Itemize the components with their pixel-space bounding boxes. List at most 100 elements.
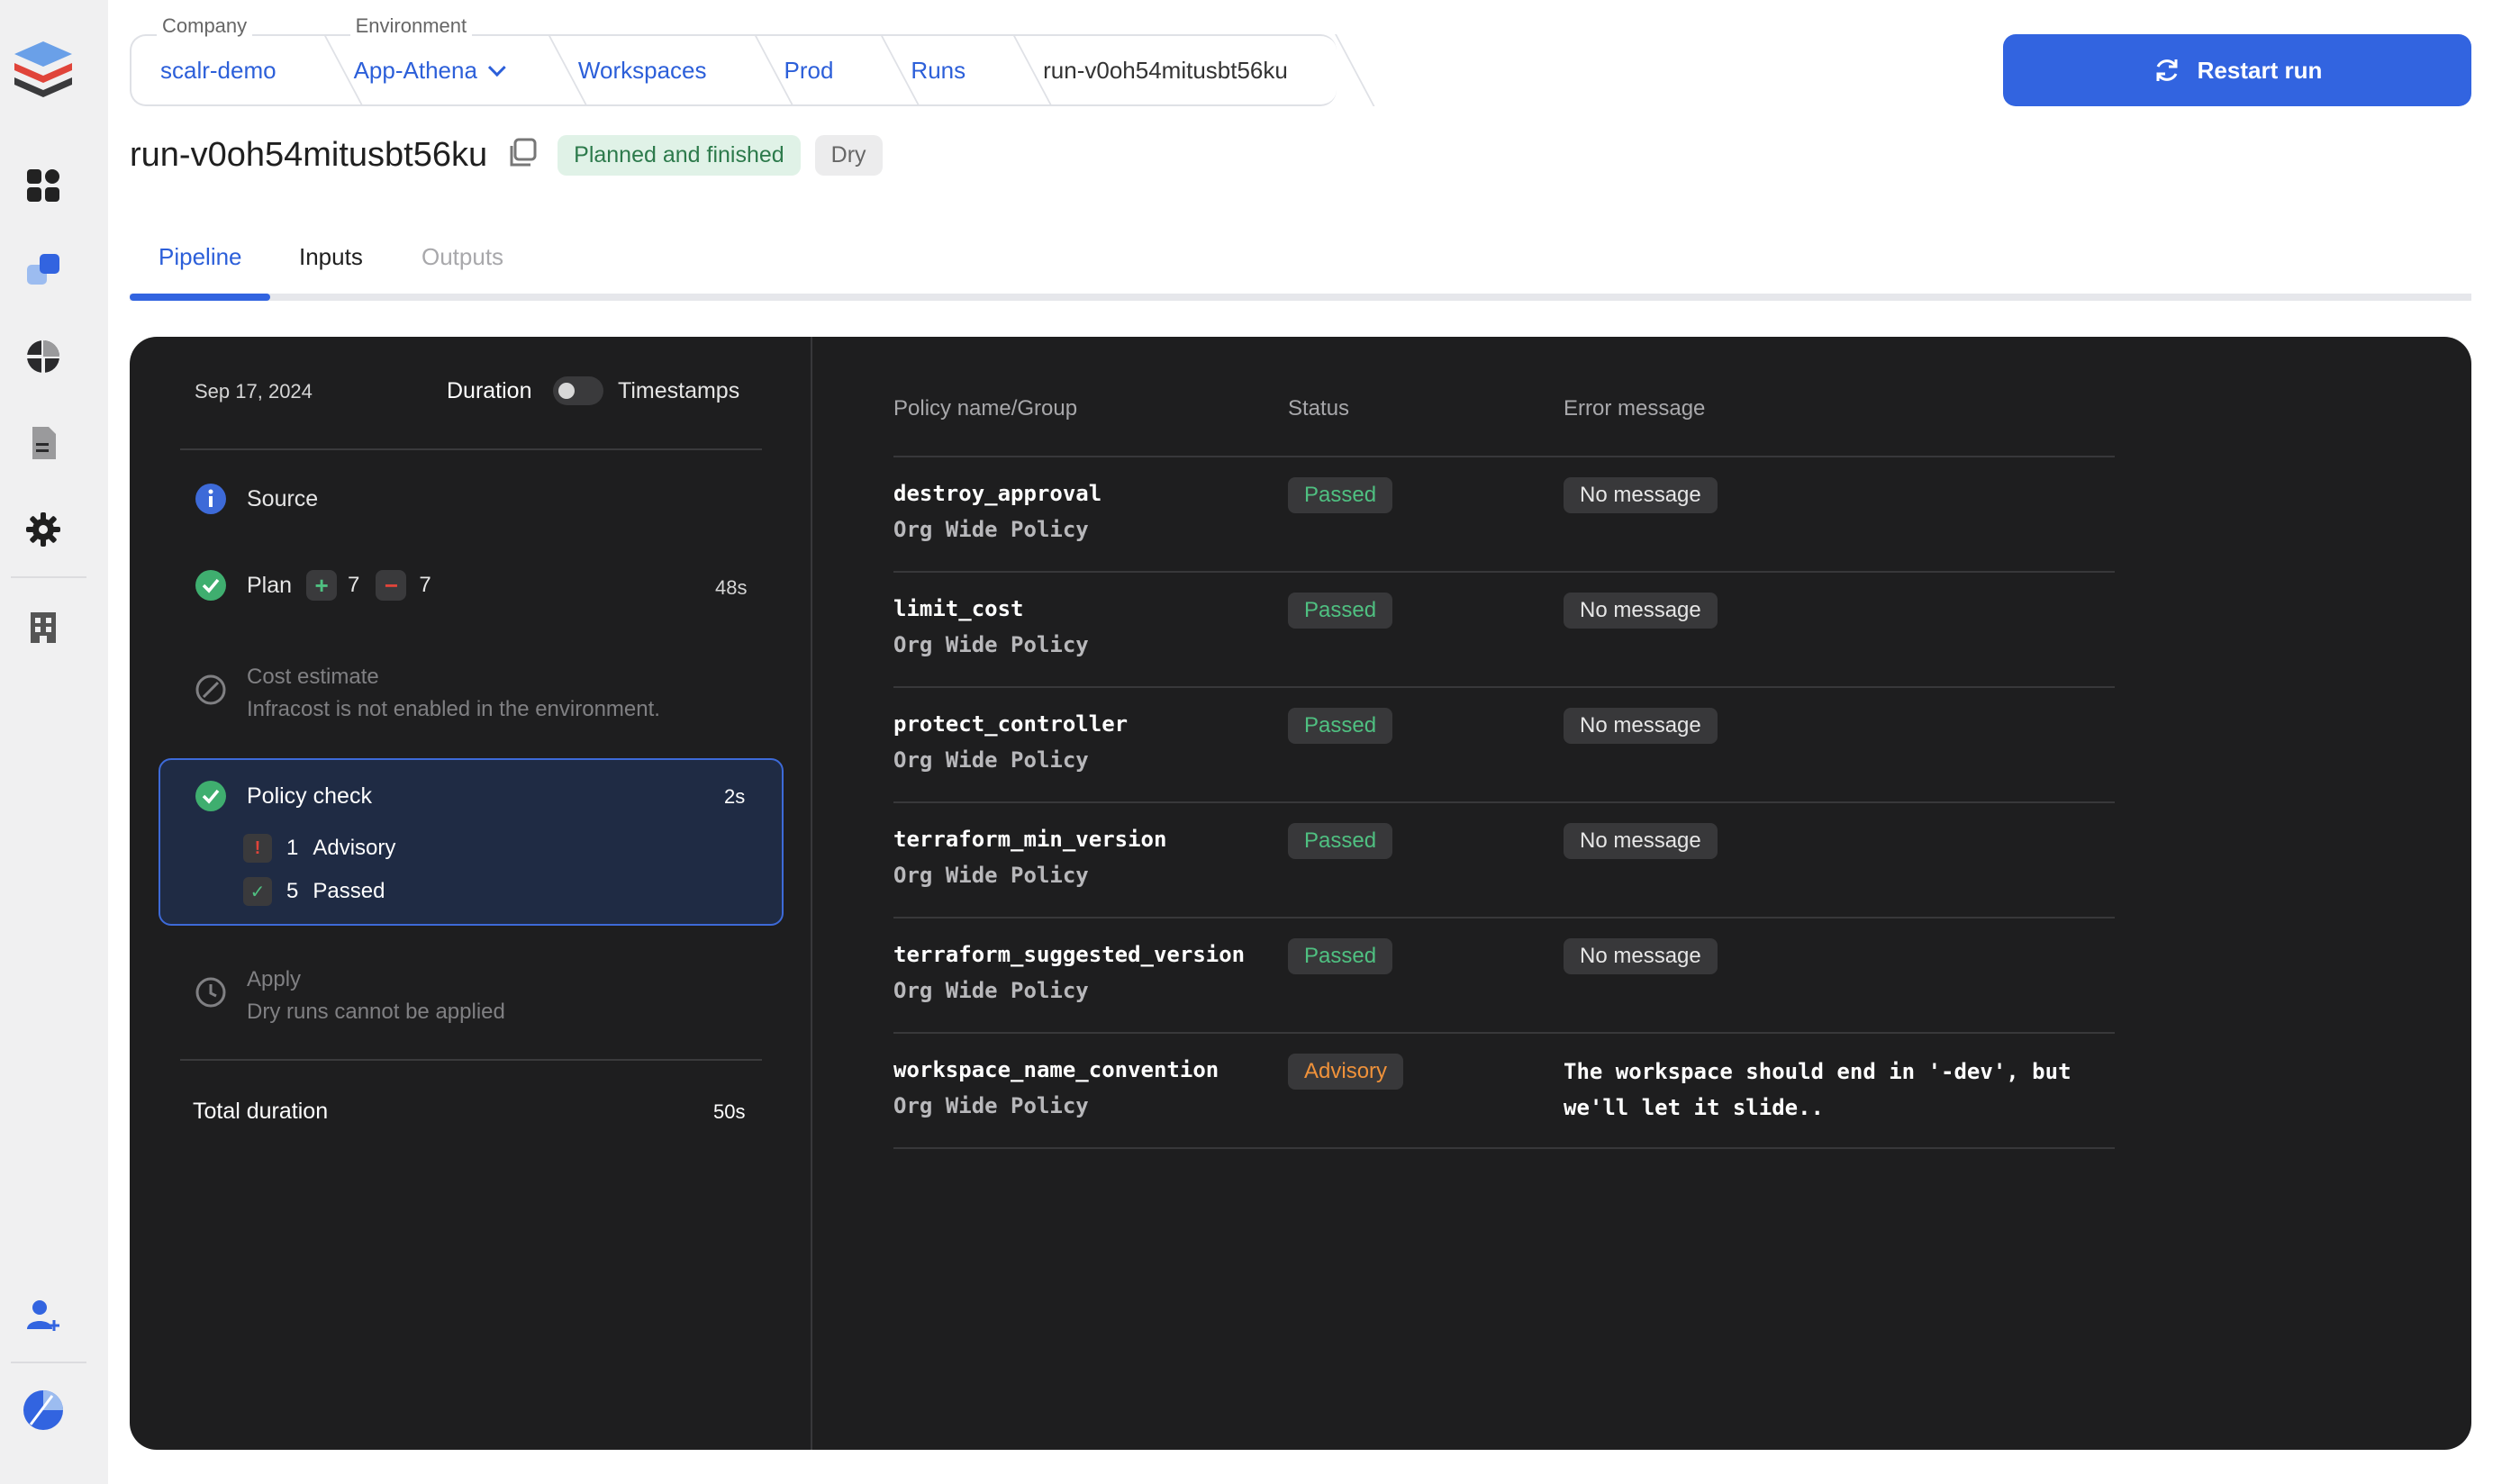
status-badge: Passed [1288, 938, 1393, 974]
passed-count: 5 [286, 879, 299, 903]
sidebar-divider [11, 1362, 86, 1363]
column-header-status: Status [1288, 396, 1350, 421]
status-badge: Passed [1288, 593, 1393, 629]
reports-icon[interactable] [22, 335, 65, 378]
error-message: No message [1564, 938, 1718, 974]
breadcrumb-workspaces-label: Workspaces [577, 56, 707, 84]
minus-icon: − [376, 570, 407, 601]
column-header-policy: Policy name/Group [893, 396, 1078, 421]
divider [180, 1059, 762, 1061]
plan-add-count: 7 [348, 573, 360, 597]
sidebar [0, 0, 108, 1484]
plan-remove-count: 7 [419, 573, 431, 597]
info-icon [195, 484, 226, 514]
breadcrumb-workspace[interactable]: Prod [756, 36, 883, 104]
dashboard-icon[interactable] [22, 164, 65, 207]
status-badge: Passed [1288, 823, 1393, 859]
run-header: run-v0oh54mitusbt56ku Planned and finish… [130, 135, 883, 176]
step-cost-estimate [195, 674, 227, 706]
row-divider [893, 456, 2115, 457]
breadcrumb-workspace-label: Prod [784, 56, 834, 84]
policy-advisory-summary: ! 1 Advisory [243, 834, 395, 863]
account-avatar-icon[interactable] [22, 1389, 65, 1432]
error-message: No message [1564, 477, 1718, 513]
breadcrumb-environment[interactable]: Environment App-Athena [325, 14, 549, 104]
policy-group: Org Wide Policy [893, 863, 1089, 888]
policy-check-header: Policy check [195, 780, 372, 812]
app-logo-icon[interactable] [11, 36, 76, 101]
tab-inputs[interactable]: Inputs [299, 243, 363, 271]
row-divider [893, 1032, 2115, 1034]
breadcrumb-company-caption: Company [157, 14, 253, 38]
clock-icon [195, 977, 226, 1008]
status-badge: Advisory [1288, 1054, 1404, 1090]
row-divider [893, 571, 2115, 573]
sidebar-divider [11, 576, 86, 578]
toggle-knob [558, 383, 575, 399]
policy-group: Org Wide Policy [893, 1093, 1089, 1118]
step-cost-estimate-label: Cost estimate [247, 665, 379, 689]
duration-label: Duration [447, 378, 532, 403]
step-apply-label: Apply [247, 967, 302, 991]
policy-name: terraform_suggested_version [893, 942, 1246, 967]
tab-outputs[interactable]: Outputs [422, 243, 503, 271]
breadcrumb-company[interactable]: Company scalr-demo [131, 14, 325, 104]
policy-name: protect_controller [893, 711, 1129, 737]
status-badge: Passed [1288, 708, 1393, 744]
check-icon: ✓ [243, 877, 272, 906]
settings-icon[interactable] [22, 508, 65, 551]
error-message: No message [1564, 823, 1718, 859]
step-policy-check[interactable]: Policy check 2s ! 1 Advisory ✓ 5 Passed [159, 758, 784, 926]
pipeline-panel: Sep 17, 2024 Duration Timestamps Source … [130, 337, 2471, 1450]
divider [180, 448, 762, 450]
error-message-line-2: we'll let it slide.. [1564, 1095, 1824, 1120]
step-source-label: Source [247, 485, 319, 511]
copy-icon[interactable] [507, 138, 538, 173]
row-divider [893, 686, 2115, 688]
restart-run-label: Restart run [2197, 56, 2323, 84]
warning-icon: ! [243, 834, 272, 863]
tab-pipeline[interactable]: Pipeline [159, 243, 242, 271]
policy-name: workspace_name_convention [893, 1057, 1219, 1082]
tab-active-indicator [130, 294, 270, 301]
passed-label: Passed [313, 879, 385, 903]
step-plan-label: Plan [247, 572, 293, 598]
policy-group: Org Wide Policy [893, 978, 1089, 1003]
advisory-label: Advisory [313, 836, 396, 860]
error-message: No message [1564, 708, 1718, 744]
organization-icon[interactable] [22, 605, 65, 648]
row-divider [893, 801, 2115, 803]
breadcrumb-workspaces[interactable]: Workspaces [549, 36, 756, 104]
policy-name: limit_cost [893, 596, 1024, 621]
timestamps-label: Timestamps [618, 378, 740, 403]
policy-name: terraform_min_version [893, 827, 1167, 852]
workspaces-icon[interactable] [22, 249, 65, 292]
breadcrumb-environment-caption: Environment [349, 14, 473, 38]
tab-bar: Pipeline Inputs Outputs [130, 243, 2471, 301]
documents-icon[interactable] [22, 421, 65, 465]
pipeline-steps: Sep 17, 2024 Duration Timestamps Source … [130, 337, 812, 1450]
status-badge: Planned and finished [558, 135, 801, 176]
page-title: run-v0oh54mitusbt56ku [130, 136, 488, 174]
plus-icon: + [306, 570, 338, 601]
restart-run-button[interactable]: Restart run [2003, 34, 2471, 106]
policy-name: destroy_approval [893, 481, 1102, 506]
step-apply-sub: Dry runs cannot be applied [247, 1000, 505, 1024]
breadcrumb-run: run-v0oh54mitusbt56ku [1014, 36, 1337, 104]
refresh-icon [2156, 59, 2178, 81]
breadcrumb: Company scalr-demo Environment App-Athen… [130, 14, 1337, 106]
total-duration-value: 50s [713, 1100, 746, 1123]
policy-group: Org Wide Policy [893, 747, 1089, 773]
row-divider [893, 1147, 2115, 1149]
step-source[interactable]: Source [195, 483, 318, 515]
breadcrumb-environment-label: App-Athena [353, 56, 477, 84]
plan-duration: 48s [715, 576, 748, 599]
advisory-count: 1 [286, 836, 299, 860]
breadcrumb-runs-label: Runs [911, 56, 966, 84]
add-user-icon[interactable] [22, 1293, 65, 1336]
duration-timestamps-toggle[interactable] [553, 376, 603, 405]
step-apply [195, 976, 227, 1009]
step-plan[interactable]: Plan + 7 − 7 [195, 569, 431, 602]
step-cost-estimate-sub: Infracost is not enabled in the environm… [247, 697, 660, 721]
breadcrumb-runs[interactable]: Runs [882, 36, 1014, 104]
